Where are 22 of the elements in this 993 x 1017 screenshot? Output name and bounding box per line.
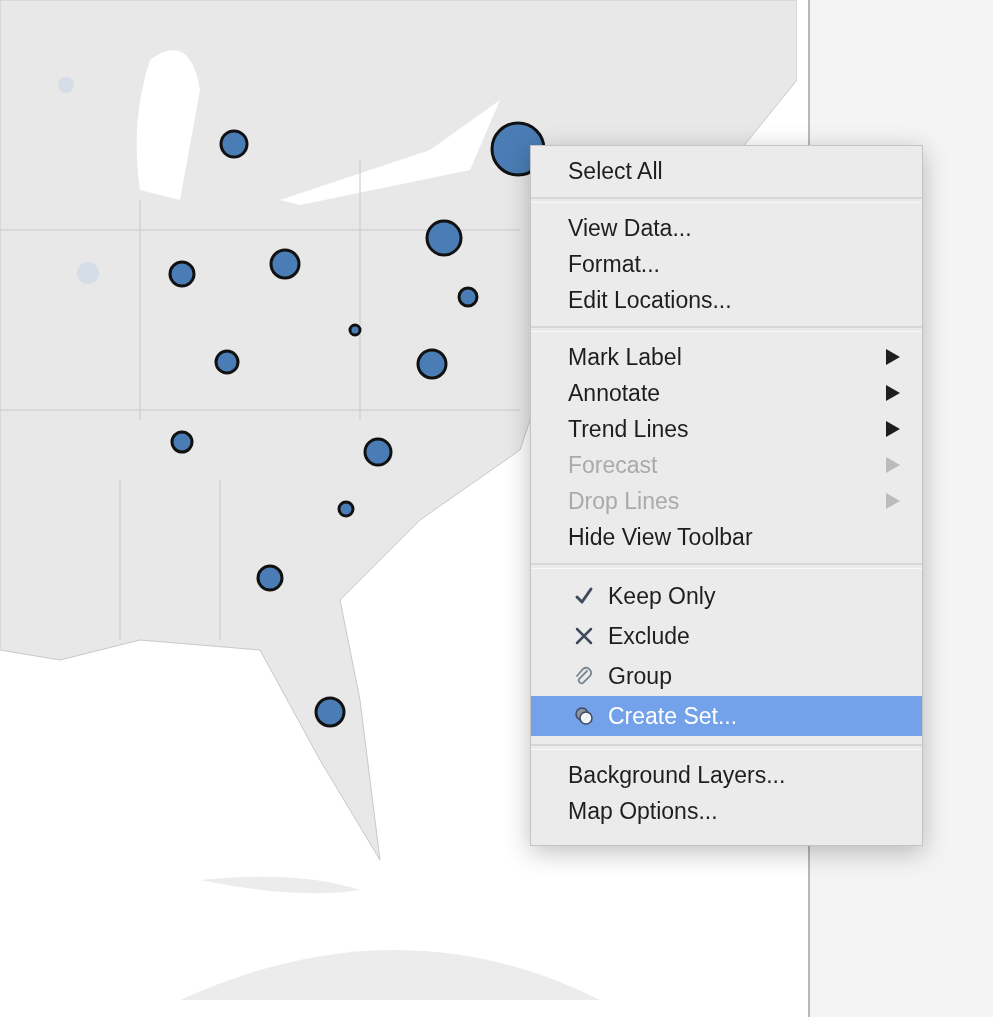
check-icon [574, 586, 594, 606]
close-icon [574, 626, 594, 646]
menu-item[interactable]: Mark Label [531, 339, 922, 375]
menu-item[interactable]: Trend Lines [531, 411, 922, 447]
submenu-arrow-icon [886, 385, 900, 401]
submenu-arrow-icon [886, 349, 900, 365]
submenu-arrow-icon [886, 421, 900, 437]
menu-item[interactable]: Keep Only [531, 576, 922, 616]
submenu-arrow-icon [886, 457, 900, 473]
menu-item[interactable]: Select All [531, 153, 922, 189]
menu-item[interactable]: Edit Locations... [531, 282, 922, 318]
menu-item[interactable]: Exclude [531, 616, 922, 656]
menu-item[interactable]: Group [531, 656, 922, 696]
paperclip-icon [574, 666, 594, 686]
menu-item[interactable]: Annotate [531, 375, 922, 411]
menu-item[interactable]: Hide View Toolbar [531, 519, 922, 555]
overlapping-circles-icon [574, 706, 594, 726]
submenu-arrow-icon [886, 493, 900, 509]
menu-item[interactable]: View Data... [531, 210, 922, 246]
menu-item[interactable]: Background Layers... [531, 757, 922, 793]
menu-item[interactable]: Map Options... [531, 793, 922, 829]
menu-item[interactable]: Format... [531, 246, 922, 282]
